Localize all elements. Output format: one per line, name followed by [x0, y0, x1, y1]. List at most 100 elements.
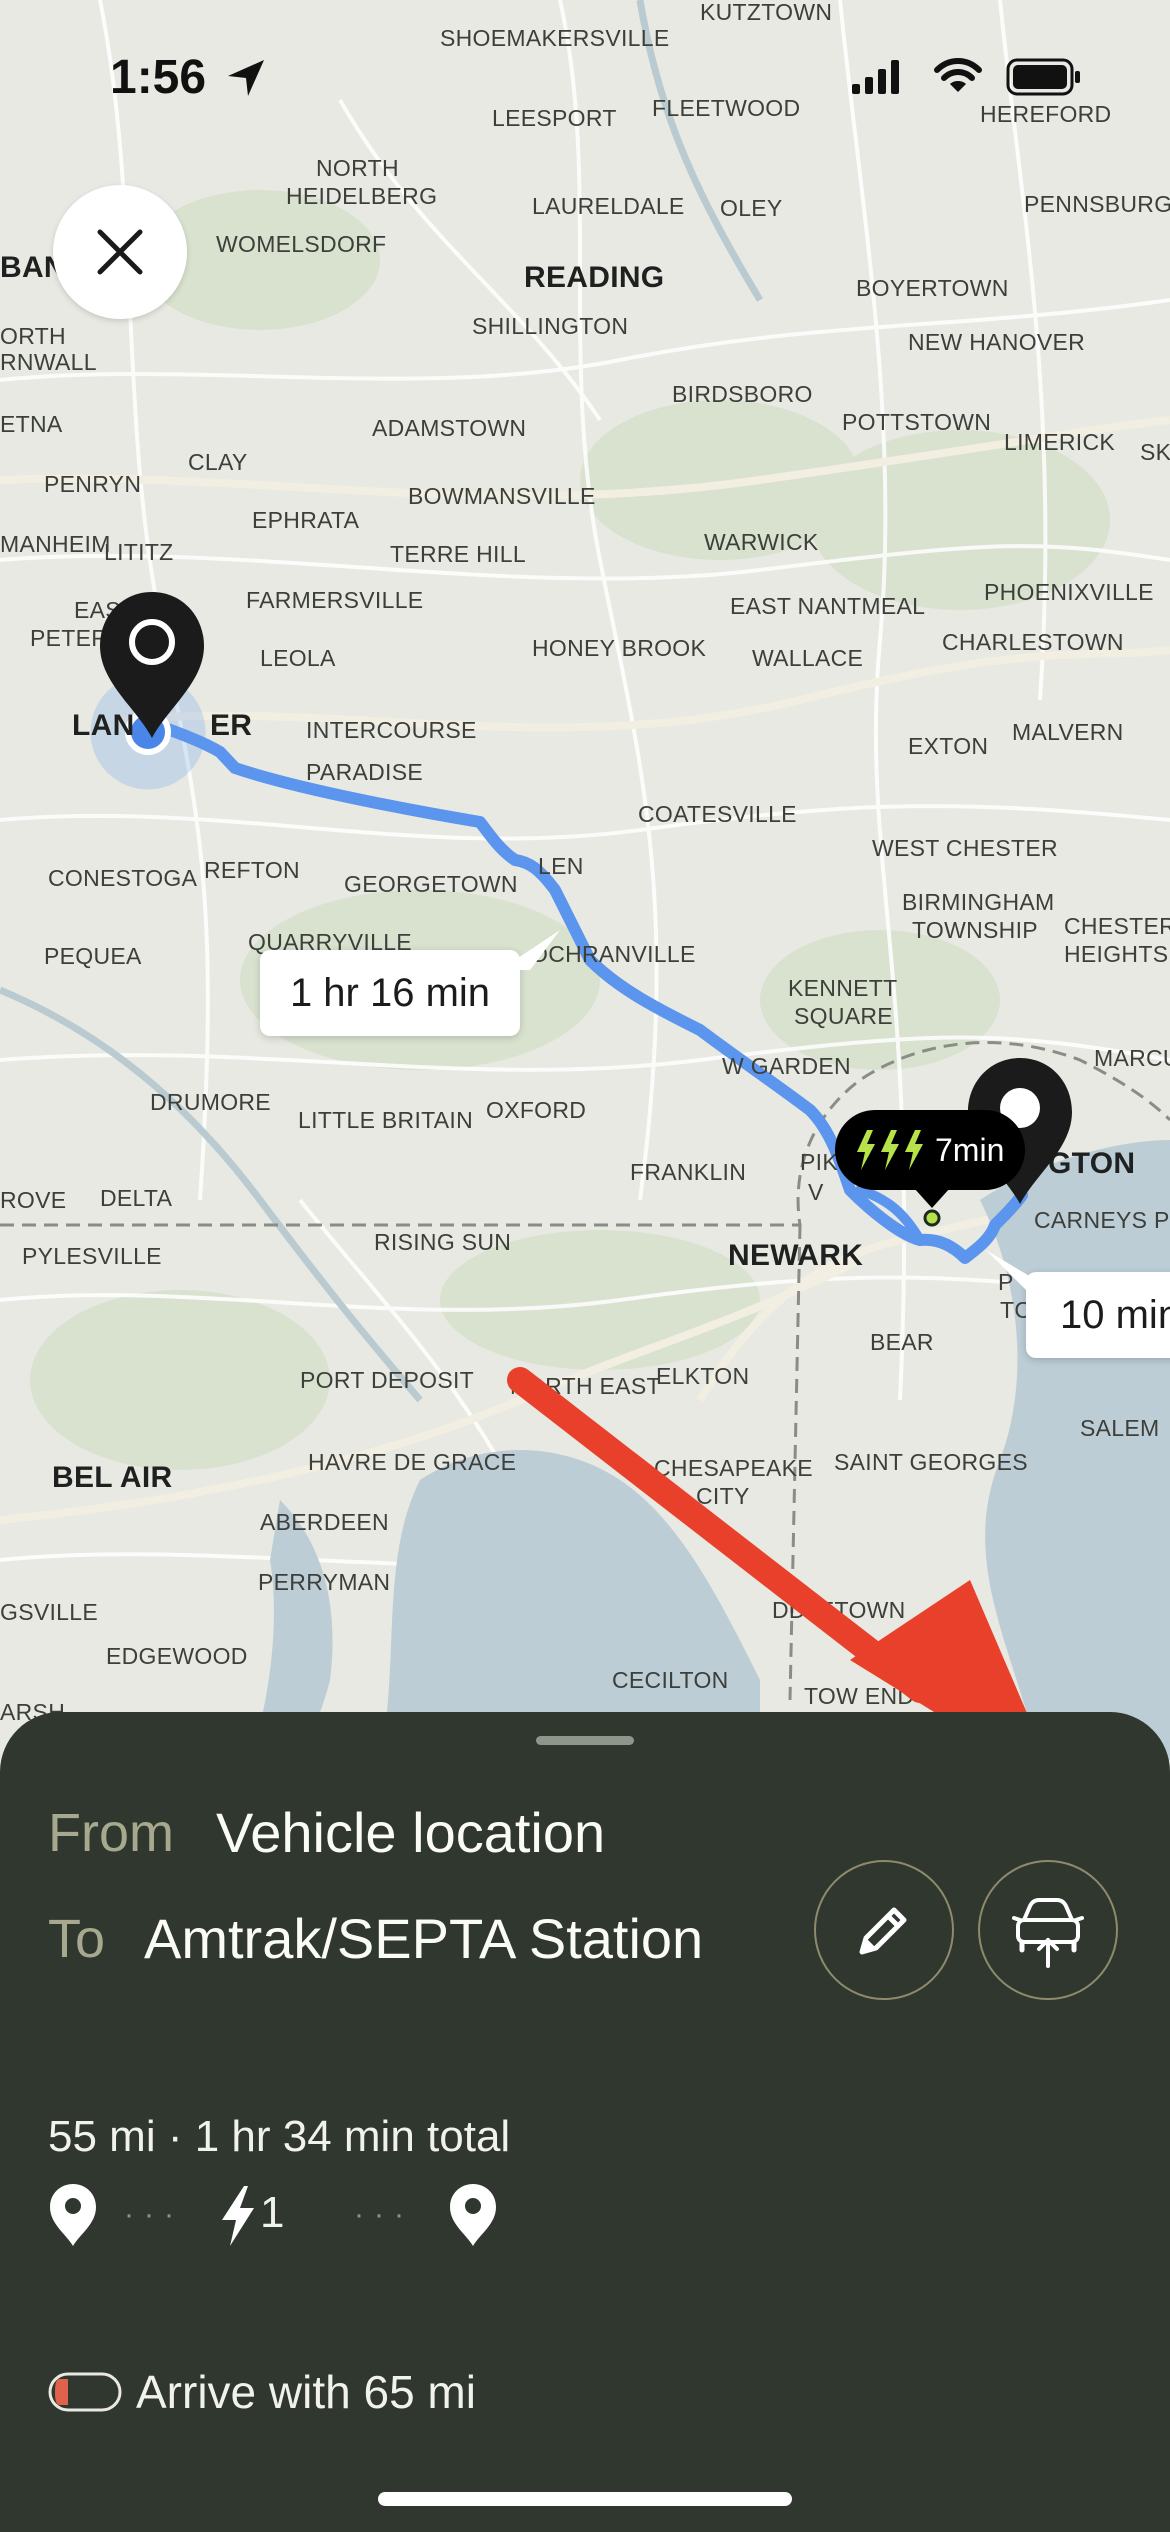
place-label: SKI — [1140, 439, 1170, 465]
place-label: OLEY — [720, 195, 783, 221]
timeline-dots: ··· — [124, 2198, 184, 2231]
place-label: LAURELDALE — [532, 193, 685, 219]
place-label: CHESTER — [1064, 913, 1170, 939]
place-label: RISING SUN — [374, 1229, 512, 1255]
car-send-icon — [1012, 1898, 1084, 1968]
place-label: PERRYMAN — [258, 1569, 391, 1595]
status-bar: 1:56 — [0, 40, 1170, 120]
place-label: MARCU — [1094, 1045, 1170, 1071]
status-time: 1:56 — [110, 51, 207, 104]
cellular-signal-icon — [852, 60, 899, 94]
charge-pill-tail — [914, 1188, 950, 1208]
place-label: TOWNSHIP — [912, 917, 1038, 943]
alt-duration-label: 10 min — [1060, 1292, 1170, 1337]
place-label: PENRYN — [44, 471, 142, 497]
place-label: READING — [524, 261, 665, 294]
alt-callout-tail — [986, 1250, 1036, 1300]
map-view[interactable]: KUTZTOWN SHOEMAKERSVILLE LEESPORT FLEETWOOD… — [0, 0, 1170, 1760]
location-arrow-icon — [228, 60, 264, 96]
place-label: RNWALL — [0, 349, 97, 375]
place-label: ADAMSTOWN — [372, 415, 527, 441]
place-label: EAST NANTMEAL — [730, 593, 926, 619]
place-label: FRANKLIN — [630, 1159, 747, 1185]
place-label: BOWMANSVILLE — [408, 483, 596, 509]
place-label: LITTLE BRITAIN — [298, 1107, 474, 1133]
place-label: PARADISE — [306, 759, 424, 785]
wifi-icon — [934, 58, 982, 92]
red-arrow-annotation — [507, 1367, 1048, 1760]
from-value[interactable]: Vehicle location — [216, 1800, 605, 1865]
route-duration-label: 1 hr 16 min — [289, 970, 491, 1015]
place-label: SALEM — [1080, 1415, 1160, 1441]
place-label: CARNEYS POI — [1034, 1207, 1170, 1233]
trip-summary: 55 mi · 1 hr 34 min total — [48, 2112, 511, 2161]
place-label: NEWARK — [728, 1239, 864, 1272]
place-label: WOMELSDORF — [216, 231, 387, 257]
place-label: EXTON — [908, 733, 989, 759]
end-pin-icon — [450, 2184, 496, 2246]
place-label: OXFORD — [486, 1097, 587, 1123]
to-label: To — [48, 1909, 106, 1969]
place-label: GEORGETOWN — [344, 871, 518, 897]
place-label: COATESVILLE — [638, 801, 797, 827]
place-label: ORTH — [0, 323, 66, 349]
alt-duration-callout[interactable]: 10 min — [1026, 1272, 1170, 1358]
place-label: WALLACE — [752, 645, 864, 671]
place-label: KENNETT — [788, 975, 898, 1001]
place-label: BIRDSBORO — [672, 381, 813, 407]
place-label: BEAR — [870, 1329, 934, 1355]
place-label: ROVE — [0, 1187, 67, 1213]
to-value[interactable]: Amtrak/SEPTA Station — [144, 1906, 703, 1971]
place-label: CONESTOGA — [48, 865, 198, 891]
place-label: KUTZTOWN — [700, 0, 833, 25]
place-label: BOYERTOWN — [856, 275, 1009, 301]
place-label: HAVRE DE GRACE — [308, 1449, 517, 1475]
place-label: PIK — [800, 1149, 838, 1175]
place-label: HEIDELBERG — [286, 183, 438, 209]
place-label: INTERCOURSE — [306, 717, 477, 743]
place-label: ABERDEEN — [260, 1509, 389, 1535]
place-label: LEOLA — [260, 645, 336, 671]
arrival-range-text: Arrive with 65 mi — [136, 2366, 476, 2418]
stops-timeline: ··· 1 ··· — [48, 2182, 548, 2252]
lightning-bolts-icon — [857, 1130, 923, 1170]
place-label: DELTA — [100, 1185, 173, 1211]
place-label: NEW HANOVER — [908, 329, 1086, 355]
place-label: GSVILLE — [0, 1599, 98, 1625]
place-label: POTTSTOWN — [842, 409, 992, 435]
place-label: LEN — [538, 853, 584, 879]
charging-stop-pill[interactable]: 7min — [835, 1110, 1025, 1190]
place-label: HONEY BROOK — [532, 635, 707, 661]
route-sheet[interactable]: From Vehicle location To Amtrak/SEPTA St… — [0, 1712, 1170, 2532]
place-label: CLAY — [188, 449, 248, 475]
place-label: PORT DEPOSIT — [300, 1367, 475, 1393]
place-label: WARWICK — [704, 529, 819, 555]
place-label: EPHRATA — [252, 507, 360, 533]
from-label: From — [48, 1803, 174, 1863]
place-label: TERRE HILL — [390, 541, 526, 567]
place-label: V — [808, 1179, 824, 1205]
charge-stop-count: 1 — [260, 2188, 285, 2237]
place-label: NORTH — [316, 155, 399, 181]
place-label: LIMERICK — [1004, 429, 1116, 455]
timeline-dots-2: ··· — [354, 2198, 414, 2231]
home-indicator[interactable] — [378, 2492, 792, 2506]
place-label: FARMERSVILLE — [246, 587, 424, 613]
place-label: DRUMORE — [150, 1089, 271, 1115]
place-label: MANHEIM — [0, 531, 111, 557]
battery-icon — [1006, 58, 1080, 96]
place-label: PENNSBURG — [1024, 191, 1170, 217]
arrival-range: Arrive with 65 mi — [48, 2362, 476, 2422]
place-label: BIRMINGHAM — [902, 889, 1055, 915]
charge-time-label: 7min — [935, 1131, 1005, 1168]
place-label: BEL AIR — [52, 1461, 173, 1494]
place-label: EDGEWOOD — [106, 1643, 248, 1669]
pencil-icon — [859, 1907, 907, 1955]
place-label: W GARDEN — [722, 1053, 851, 1079]
sheet-drag-handle[interactable] — [536, 1736, 634, 1745]
send-to-vehicle-button[interactable] — [978, 1860, 1118, 2000]
close-button[interactable] — [53, 185, 187, 319]
edit-route-button[interactable] — [814, 1860, 954, 2000]
route-duration-callout[interactable]: 1 hr 16 min — [260, 950, 520, 1036]
origin-pin-icon[interactable] — [96, 590, 208, 740]
